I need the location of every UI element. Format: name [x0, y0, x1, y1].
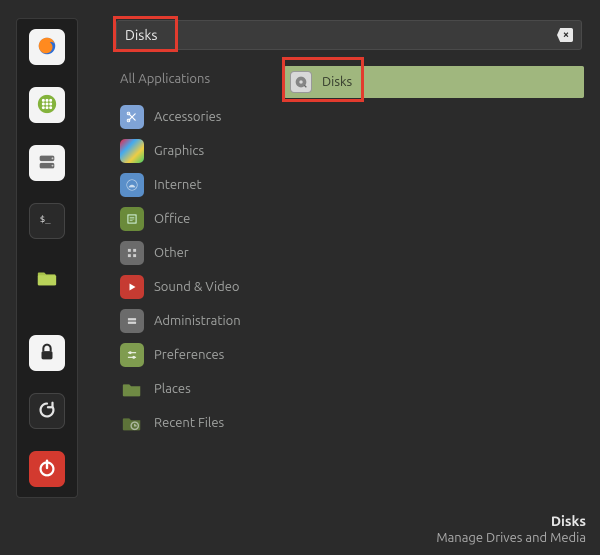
sidebar-apps[interactable]	[29, 87, 65, 123]
clear-search-icon[interactable]	[557, 28, 573, 42]
category-label: Office	[154, 212, 190, 226]
footer-description: Manage Drives and Media	[436, 531, 586, 545]
graphics-icon	[120, 139, 144, 163]
category-sound-video[interactable]: Sound & Video	[116, 270, 284, 304]
sidebar-refresh[interactable]	[29, 393, 65, 429]
category-recent-files[interactable]: Recent Files	[116, 406, 284, 440]
search-input[interactable]: Disks	[116, 20, 582, 50]
category-other[interactable]: Other	[116, 236, 284, 270]
category-header[interactable]: All Applications	[116, 66, 284, 100]
category-label: Places	[154, 382, 191, 396]
apps-grid-icon	[36, 93, 58, 118]
footer-title: Disks	[436, 513, 586, 529]
menu-main: Disks All Applications Accessories Graph…	[116, 20, 584, 440]
admin-icon	[120, 309, 144, 333]
result-label: Disks	[322, 75, 352, 89]
sidebar-power[interactable]	[29, 451, 65, 487]
sidebar-terminal[interactable]: $_	[29, 203, 65, 239]
svg-text:$_: $_	[40, 213, 52, 224]
disk-utility-icon	[290, 71, 312, 93]
result-disks[interactable]: Disks	[284, 66, 584, 98]
sidebar-disks[interactable]	[29, 145, 65, 181]
sidebar-files[interactable]	[29, 261, 65, 297]
sidebar-lock[interactable]	[29, 335, 65, 371]
office-icon	[120, 207, 144, 231]
category-label: Accessories	[154, 110, 221, 124]
category-label: Internet	[154, 178, 202, 192]
category-internet[interactable]: Internet	[116, 168, 284, 202]
category-label: Recent Files	[154, 416, 224, 430]
refresh-icon	[36, 399, 58, 424]
media-icon	[120, 275, 144, 299]
sidebar-firefox[interactable]	[29, 29, 65, 65]
prefs-icon	[120, 343, 144, 367]
category-administration[interactable]: Administration	[116, 304, 284, 338]
places-icon	[120, 377, 144, 401]
scissors-icon	[120, 105, 144, 129]
terminal-icon: $_	[36, 209, 58, 234]
category-accessories[interactable]: Accessories	[116, 100, 284, 134]
power-icon	[36, 457, 58, 482]
firefox-icon	[36, 35, 58, 60]
recent-icon	[120, 411, 144, 435]
category-label: Sound & Video	[154, 280, 240, 294]
category-label: Graphics	[154, 144, 204, 158]
category-places[interactable]: Places	[116, 372, 284, 406]
category-label: Preferences	[154, 348, 224, 362]
files-icon	[36, 267, 58, 292]
category-label: Administration	[154, 314, 241, 328]
category-office[interactable]: Office	[116, 202, 284, 236]
favorites-sidebar: $_	[16, 18, 78, 498]
search-value: Disks	[125, 27, 557, 43]
other-icon	[120, 241, 144, 265]
disks-icon	[36, 151, 58, 176]
category-graphics[interactable]: Graphics	[116, 134, 284, 168]
category-label: Other	[154, 246, 189, 260]
lock-icon	[36, 341, 58, 366]
internet-icon	[120, 173, 144, 197]
item-description: Disks Manage Drives and Media	[436, 513, 586, 545]
category-list: All Applications Accessories Graphics In…	[116, 66, 284, 440]
category-preferences[interactable]: Preferences	[116, 338, 284, 372]
results-pane: Disks	[284, 66, 584, 440]
